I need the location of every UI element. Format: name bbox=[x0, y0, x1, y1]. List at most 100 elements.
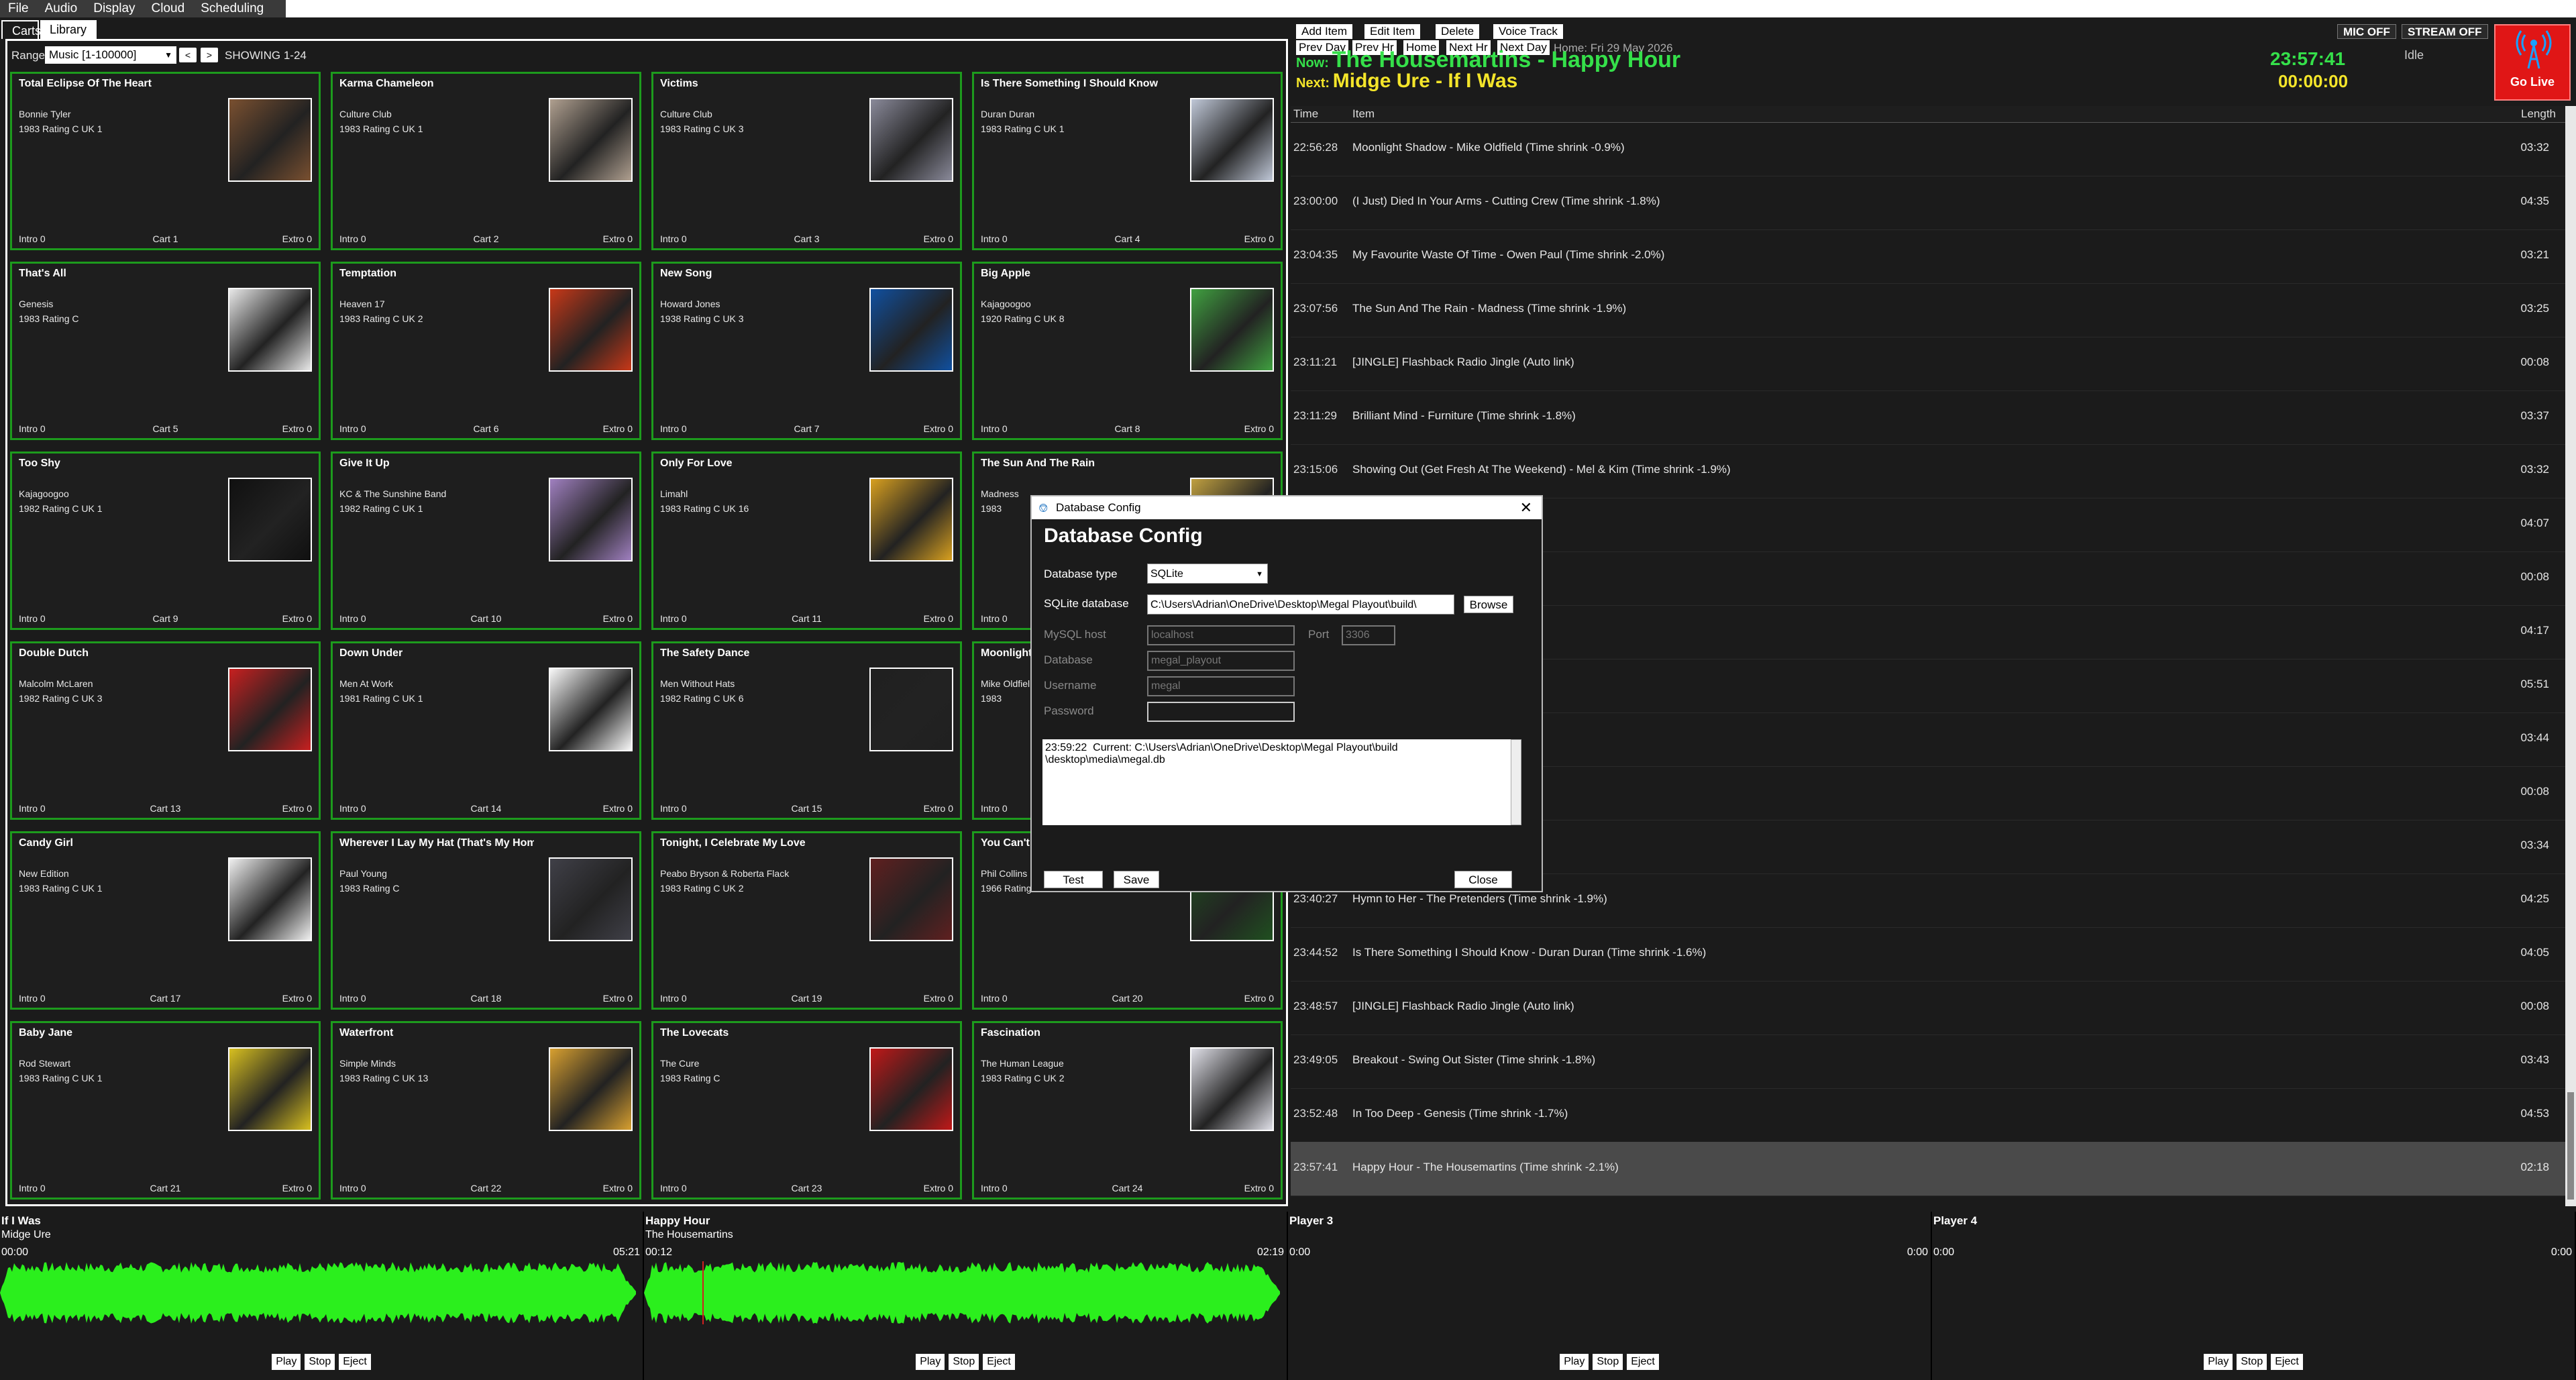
stop-button[interactable]: Stop bbox=[1593, 1354, 1623, 1370]
stream-button[interactable]: STREAM OFF bbox=[2402, 24, 2488, 39]
cart-tile[interactable]: New Song Howard Jones 1938 Rating C UK 3 In… bbox=[651, 262, 962, 440]
stop-button[interactable]: Stop bbox=[949, 1354, 979, 1370]
cart-tile[interactable]: That's All Genesis 1983 Rating C Intro 0 Car… bbox=[10, 262, 321, 440]
cart-tile[interactable]: Only For Love Limahl 1983 Rating C UK 16 In… bbox=[651, 452, 962, 630]
playlist-row[interactable]: 23:48:57 [JINGLE] Flashback Radio Jingle … bbox=[1291, 981, 2565, 1035]
eject-button[interactable]: Eject bbox=[339, 1354, 371, 1370]
range-prev-button[interactable]: < bbox=[179, 48, 197, 62]
go-live-button[interactable]: Go Live bbox=[2494, 24, 2571, 101]
playlist-scrollbar[interactable] bbox=[2565, 106, 2576, 1206]
playlist-row[interactable]: 23:11:29 Brilliant Mind - Furniture (Time… bbox=[1291, 390, 2565, 445]
cart-extro: Extro 0 bbox=[602, 613, 633, 624]
range-select[interactable]: Music [1-100000] ▼ bbox=[45, 46, 176, 64]
eject-button[interactable]: Eject bbox=[2271, 1354, 2303, 1370]
cart-tile[interactable]: Victims Culture Club 1983 Rating C UK 3 Int… bbox=[651, 72, 962, 250]
menu-display[interactable]: Display bbox=[85, 0, 143, 17]
range-next-button[interactable]: > bbox=[201, 48, 218, 62]
scrollbar-thumb[interactable] bbox=[2567, 1092, 2574, 1200]
cart-tile[interactable]: Tonight, I Celebrate My Love Peabo Bryson… bbox=[651, 831, 962, 1010]
cart-tile[interactable]: Karma Chameleon Culture Club 1983 Rating C… bbox=[331, 72, 641, 250]
password-input[interactable] bbox=[1147, 702, 1295, 722]
close-icon[interactable]: ✕ bbox=[1520, 496, 1532, 519]
log-box[interactable]: 23:59:22 Current: C:\Users\Adrian\OneDri… bbox=[1042, 739, 1511, 825]
cart-artist: Howard Jones bbox=[660, 299, 720, 309]
cart-meta: 1983 Rating C UK 1 bbox=[339, 123, 423, 134]
cart-tile[interactable]: Fascination The Human League 1983 Rating C… bbox=[972, 1021, 1283, 1200]
tab-library[interactable]: Library bbox=[40, 20, 97, 39]
stop-button[interactable]: Stop bbox=[2237, 1354, 2267, 1370]
album-cover-image bbox=[869, 857, 953, 941]
delete-button[interactable]: Delete bbox=[1436, 24, 1480, 39]
cart-tile[interactable]: Down Under Men At Work 1981 Rating C UK 1I… bbox=[331, 641, 641, 820]
cart-tile[interactable]: Big Apple Kajagoogoo 1920 Rating C UK 8 Int… bbox=[972, 262, 1283, 440]
player-title: If I Was bbox=[1, 1214, 41, 1227]
mic-button[interactable]: MIC OFF bbox=[2337, 24, 2396, 39]
close-button[interactable]: Close bbox=[1454, 871, 1512, 888]
header-time[interactable]: Time bbox=[1293, 106, 1318, 122]
tab-carts[interactable]: Carts bbox=[1, 20, 41, 39]
stop-button[interactable]: Stop bbox=[305, 1354, 335, 1370]
sqlite-label: SQLite database bbox=[1044, 597, 1129, 610]
row-item: Brilliant Mind - Furniture (Time shrink … bbox=[1352, 409, 1576, 422]
cart-tile[interactable]: Wherever I Lay My Hat (That's My Home Pau… bbox=[331, 831, 641, 1010]
cart-tile[interactable]: Waterfront Simple Minds 1983 Rating C UK 1… bbox=[331, 1021, 641, 1200]
cart-tile[interactable]: The Safety Dance Men Without Hats 1982 Rat… bbox=[651, 641, 962, 820]
header-item[interactable]: Item bbox=[1352, 106, 1375, 122]
playlist-row[interactable]: 23:57:41 Happy Hour - The Housemartins (T… bbox=[1291, 1142, 2565, 1196]
cart-artist: Men At Work bbox=[339, 678, 393, 689]
row-length: 02:18 bbox=[2520, 1161, 2549, 1173]
album-cover-image bbox=[549, 478, 633, 562]
playlist-row[interactable]: 23:04:35 My Favourite Waste Of Time - Owe… bbox=[1291, 229, 2565, 284]
cart-tile[interactable]: Too Shy Kajagoogoo 1982 Rating C UK 1 Intro… bbox=[10, 452, 321, 630]
album-cover-image bbox=[228, 98, 312, 182]
album-cover-image bbox=[549, 98, 633, 182]
username-input[interactable]: megal bbox=[1147, 676, 1295, 696]
play-button[interactable]: Play bbox=[2204, 1354, 2233, 1370]
cart-tile[interactable]: Total Eclipse Of The Heart Bonnie Tyler 19… bbox=[10, 72, 321, 250]
cart-tile[interactable]: Is There Something I Should Know Duran Du… bbox=[972, 72, 1283, 250]
play-button[interactable]: Play bbox=[1560, 1354, 1589, 1370]
voice-track-button[interactable]: Voice Track bbox=[1493, 24, 1563, 39]
cart-meta: 1983 Rating C UK 1 bbox=[981, 123, 1065, 134]
cart-tile[interactable]: Candy Girl New Edition 1983 Rating C UK 1I… bbox=[10, 831, 321, 1010]
play-button[interactable]: Play bbox=[916, 1354, 945, 1370]
cart-tile[interactable]: The Lovecats The Cure 1983 Rating C Intro 0… bbox=[651, 1021, 962, 1200]
mysql-host-input[interactable]: localhost bbox=[1147, 625, 1295, 645]
playlist-row[interactable]: 22:56:28 Moonlight Shadow - Mike Oldfield… bbox=[1291, 122, 2565, 176]
eject-button[interactable]: Eject bbox=[983, 1354, 1015, 1370]
log-scrollbar[interactable] bbox=[1511, 739, 1521, 825]
playlist-row[interactable]: 23:49:05 Breakout - Swing Out Sister (Tim… bbox=[1291, 1034, 2565, 1089]
player-artist: The Housemartins bbox=[645, 1229, 733, 1240]
db-type-select[interactable]: SQLite ▼ bbox=[1147, 564, 1268, 584]
playlist-row[interactable]: 23:52:48 In Too Deep - Genesis (Time shri… bbox=[1291, 1088, 2565, 1143]
playlist-row[interactable]: 23:07:56 The Sun And The Rain - Madness (… bbox=[1291, 283, 2565, 337]
playlist-row[interactable]: 23:15:06 Showing Out (Get Fresh At The We… bbox=[1291, 444, 2565, 498]
menu-scheduling[interactable]: Scheduling bbox=[193, 0, 272, 17]
browse-button[interactable]: Browse bbox=[1464, 596, 1513, 613]
menu-file[interactable]: File bbox=[0, 0, 37, 17]
dialog-heading: Database Config bbox=[1044, 525, 1203, 547]
eject-button[interactable]: Eject bbox=[1627, 1354, 1659, 1370]
cart-tile[interactable]: Give It Up KC & The Sunshine Band 1982 Rat… bbox=[331, 452, 641, 630]
edit-item-button[interactable]: Edit Item bbox=[1364, 24, 1421, 39]
cart-tile[interactable]: Baby Jane Rod Stewart 1983 Rating C UK 1 In… bbox=[10, 1021, 321, 1200]
add-item-button[interactable]: Add Item bbox=[1296, 24, 1353, 39]
test-button[interactable]: Test bbox=[1044, 871, 1103, 888]
playlist-row[interactable]: 23:44:52 Is There Something I Should Know… bbox=[1291, 927, 2565, 981]
save-button[interactable]: Save bbox=[1114, 871, 1159, 888]
player-waveform[interactable] bbox=[0, 1261, 637, 1324]
cart-title: Total Eclipse Of The Heart bbox=[19, 78, 152, 89]
port-input[interactable]: 3306 bbox=[1342, 625, 1395, 645]
cart-tile[interactable]: Double Dutch Malcolm McLaren 1982 Rating C… bbox=[10, 641, 321, 820]
playlist-row[interactable]: 23:11:21 [JINGLE] Flashback Radio Jingle … bbox=[1291, 337, 2565, 391]
row-length: 00:08 bbox=[2520, 1000, 2549, 1012]
cart-tile[interactable]: Temptation Heaven 17 1983 Rating C UK 2 Int… bbox=[331, 262, 641, 440]
play-button[interactable]: Play bbox=[272, 1354, 301, 1370]
playlist-row[interactable]: 23:00:00 (I Just) Died In Your Arms - Cut… bbox=[1291, 176, 2565, 230]
menu-audio[interactable]: Audio bbox=[37, 0, 86, 17]
menu-cloud[interactable]: Cloud bbox=[144, 0, 193, 17]
header-length[interactable]: Length bbox=[2521, 106, 2556, 122]
player-waveform[interactable] bbox=[644, 1261, 1281, 1324]
database-input[interactable]: megal_playout bbox=[1147, 651, 1295, 671]
sqlite-path-input[interactable]: C:\Users\Adrian\OneDrive\Desktop\Megal P… bbox=[1147, 594, 1454, 615]
